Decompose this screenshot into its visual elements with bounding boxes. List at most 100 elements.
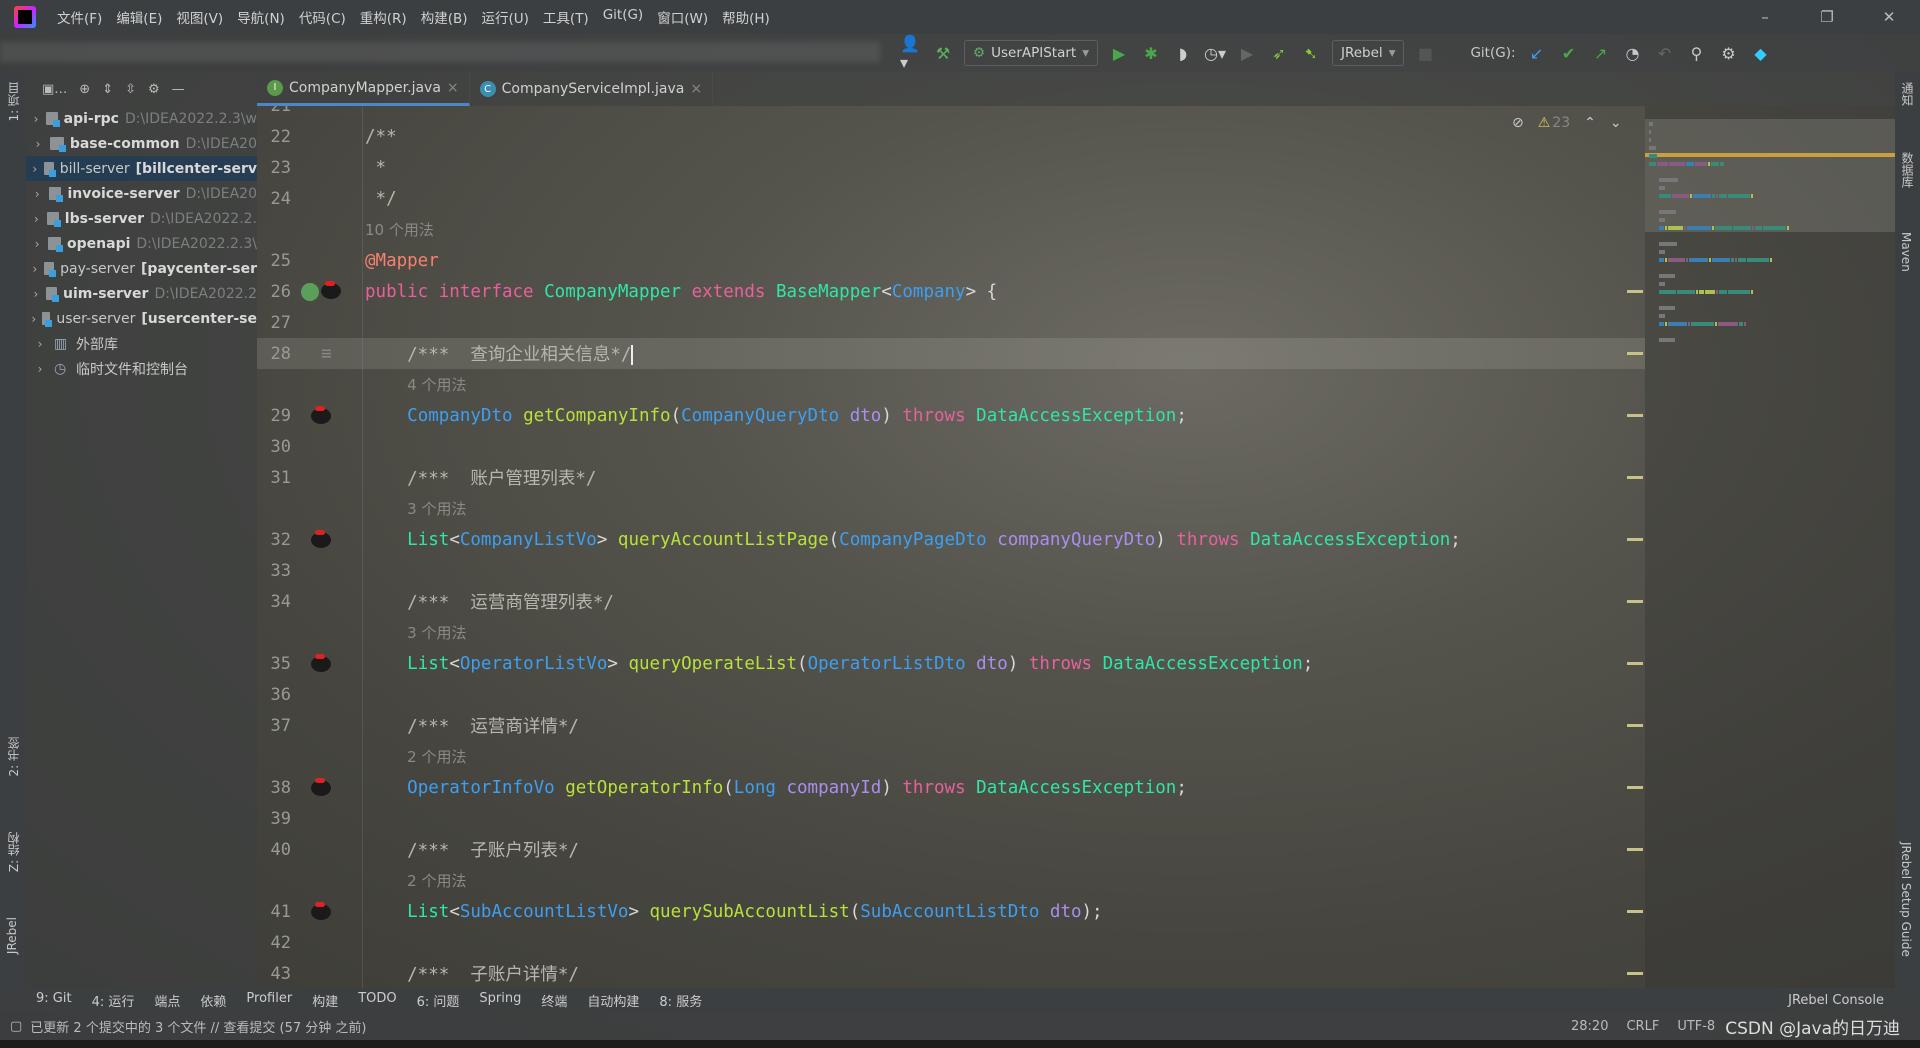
user-icon[interactable]: 👤▾ bbox=[900, 34, 922, 72]
history-icon[interactable]: ◔ bbox=[1622, 42, 1644, 64]
editor-tab[interactable]: I CompanyMapper.java × bbox=[257, 72, 470, 106]
project-tree-item[interactable]: › ▥ 外部库 bbox=[26, 331, 257, 356]
expand-all-icon[interactable]: ⇕ bbox=[102, 82, 113, 97]
minimize-button[interactable]: – bbox=[1734, 0, 1796, 34]
caret-position[interactable]: 28:20 bbox=[1571, 1019, 1608, 1034]
maximize-button[interactable]: ❐ bbox=[1796, 0, 1858, 34]
database-tool-button[interactable]: 数据库 bbox=[1899, 152, 1916, 188]
run-icon[interactable]: ▶ bbox=[1108, 42, 1130, 64]
scrollbar-marker[interactable] bbox=[1627, 414, 1643, 417]
project-tree-item[interactable]: › openapi D:\IDEA2022.2.3\ bbox=[26, 231, 257, 256]
project-tree-item[interactable]: › bill-server [billcenter-serv bbox=[26, 156, 257, 181]
code-text[interactable]: 3 个用法 bbox=[365, 622, 466, 643]
chevron-right-icon[interactable]: › bbox=[26, 237, 48, 251]
previous-highlight-icon[interactable]: ⌃ bbox=[1584, 115, 1596, 131]
chevron-right-icon[interactable]: › bbox=[26, 112, 46, 126]
project-tree-item[interactable]: › api-rpc D:\IDEA2022.2.3\w bbox=[26, 106, 257, 131]
code-text[interactable]: 10 个用法 bbox=[365, 219, 434, 240]
bottom-tool-3[interactable]: 依赖 bbox=[200, 991, 226, 1010]
code-text[interactable]: 2 个用法 bbox=[365, 746, 466, 767]
git-push-icon[interactable]: ↗ bbox=[1590, 42, 1612, 64]
bottom-tool-8[interactable]: Spring bbox=[479, 991, 521, 1010]
jrebel-select[interactable]: JRebel ▾ bbox=[1332, 40, 1405, 66]
warning-icon[interactable]: ⚠ 23 bbox=[1538, 115, 1570, 131]
scrollbar-marker[interactable] bbox=[1627, 786, 1643, 789]
doc-render-icon[interactable]: ≡ bbox=[321, 344, 332, 364]
project-tree-item[interactable]: › uim-server D:\IDEA2022.2 bbox=[26, 281, 257, 306]
scrollbar-marker[interactable] bbox=[1627, 538, 1643, 541]
menu-item[interactable]: 代码(C) bbox=[292, 7, 353, 27]
code-minimap[interactable] bbox=[1645, 106, 1895, 988]
jrebel-debug-icon[interactable]: ➷ bbox=[1300, 42, 1322, 64]
mybatis-navigate-icon[interactable] bbox=[311, 777, 331, 796]
scrollbar-marker[interactable] bbox=[1627, 910, 1643, 913]
reader-mode-icon[interactable]: ⊘ bbox=[1512, 115, 1524, 131]
scrollbar-marker[interactable] bbox=[1627, 848, 1643, 851]
maven-tool-button[interactable]: Maven bbox=[1899, 232, 1913, 272]
scrollbar-marker[interactable] bbox=[1627, 476, 1643, 479]
chevron-right-icon[interactable]: › bbox=[26, 287, 46, 301]
bookmarks-tool-button[interactable]: 2: 书签 bbox=[5, 737, 22, 777]
code-text[interactable]: 3 个用法 bbox=[365, 498, 466, 519]
chevron-right-icon[interactable]: › bbox=[26, 162, 44, 176]
project-tree-item[interactable]: › base-common D:\IDEA20 bbox=[26, 131, 257, 156]
scrollbar-marker[interactable] bbox=[1627, 972, 1643, 975]
options-gear-icon[interactable]: ⚙ bbox=[148, 82, 160, 97]
menu-item[interactable]: 导航(N) bbox=[230, 7, 292, 27]
chevron-right-icon[interactable]: › bbox=[26, 312, 42, 326]
project-tool-button[interactable]: 1: 项目 bbox=[5, 82, 22, 122]
tab-close-icon[interactable]: × bbox=[447, 80, 459, 96]
mybatis-navigate-icon[interactable] bbox=[311, 405, 331, 424]
mybatis-navigate-icon[interactable] bbox=[311, 529, 331, 548]
chevron-right-icon[interactable]: › bbox=[26, 137, 50, 151]
coverage-icon[interactable]: ◗ bbox=[1172, 42, 1194, 64]
minimap-viewport[interactable] bbox=[1645, 119, 1895, 232]
settings-gear-icon[interactable]: ⚙ bbox=[1718, 42, 1740, 64]
status-toggle-icon[interactable]: ▢ bbox=[10, 1019, 22, 1034]
jrebel-setup-guide-button[interactable]: JRebel Setup Guide bbox=[1899, 842, 1913, 957]
run-config-select[interactable]: ⚙ UserAPIStart ▾ bbox=[964, 40, 1098, 66]
menu-item[interactable]: 重构(R) bbox=[353, 7, 414, 27]
scrollbar-marker[interactable] bbox=[1627, 724, 1643, 727]
project-tree-item[interactable]: › user-server [usercenter-se bbox=[26, 306, 257, 331]
project-tree-item[interactable]: › pay-server [paycenter-ser bbox=[26, 256, 257, 281]
menu-item[interactable]: 编辑(E) bbox=[109, 7, 169, 27]
structure-tool-button[interactable]: Z: 结构 bbox=[5, 832, 22, 872]
bottom-tool-11[interactable]: 8: 服务 bbox=[659, 991, 702, 1010]
mybatis-navigate-icon[interactable] bbox=[311, 901, 331, 920]
menu-item[interactable]: 文件(F) bbox=[50, 7, 109, 27]
profile-icon[interactable]: ◷▾ bbox=[1204, 42, 1226, 64]
project-tree-item[interactable]: › lbs-server D:\IDEA2022.2. bbox=[26, 206, 257, 231]
build-hammer-icon[interactable]: ⚒ bbox=[932, 42, 954, 64]
code-text[interactable]: 2 个用法 bbox=[365, 870, 466, 891]
bottom-tool-2[interactable]: 端点 bbox=[154, 991, 180, 1010]
scrollbar-marker[interactable] bbox=[1627, 662, 1643, 665]
close-button[interactable]: ✕ bbox=[1858, 0, 1920, 34]
next-highlight-icon[interactable]: ⌄ bbox=[1610, 115, 1622, 131]
bottom-tool-10[interactable]: 自动构建 bbox=[587, 991, 639, 1010]
bottom-tool-7[interactable]: 6: 问题 bbox=[417, 991, 460, 1010]
search-icon[interactable]: ⚲ bbox=[1686, 42, 1708, 64]
tab-close-icon[interactable]: × bbox=[690, 81, 702, 97]
bottom-tool-0[interactable]: 9: Git bbox=[36, 991, 72, 1010]
code-text[interactable]: 4 个用法 bbox=[365, 374, 466, 395]
line-separator[interactable]: CRLF bbox=[1626, 1019, 1659, 1034]
chevron-right-icon[interactable]: › bbox=[26, 337, 54, 351]
menu-item[interactable]: 帮助(H) bbox=[715, 7, 777, 27]
hide-panel-icon[interactable]: — bbox=[172, 82, 185, 97]
file-encoding[interactable]: UTF-8 bbox=[1677, 1019, 1715, 1034]
project-tree-item[interactable]: › ◷ 临时文件和控制台 bbox=[26, 356, 257, 381]
scrollbar-marker[interactable] bbox=[1627, 600, 1643, 603]
menu-item[interactable]: 运行(U) bbox=[475, 7, 536, 27]
project-tree-item[interactable]: › invoice-server D:\IDEA20 bbox=[26, 181, 257, 206]
git-update-icon[interactable]: ↙ bbox=[1526, 42, 1548, 64]
chevron-right-icon[interactable]: › bbox=[26, 187, 49, 201]
menu-item[interactable]: 构建(B) bbox=[414, 7, 475, 27]
bottom-tool-5[interactable]: 构建 bbox=[312, 991, 338, 1010]
menu-item[interactable]: 窗口(W) bbox=[650, 7, 715, 27]
jrebel-tool-button[interactable]: JRebel bbox=[5, 917, 19, 954]
scrollbar-marker[interactable] bbox=[1627, 290, 1643, 293]
menu-item[interactable]: Git(G) bbox=[596, 7, 651, 27]
menu-item[interactable]: 视图(V) bbox=[169, 7, 230, 27]
bottom-tool-9[interactable]: 终端 bbox=[541, 991, 567, 1010]
